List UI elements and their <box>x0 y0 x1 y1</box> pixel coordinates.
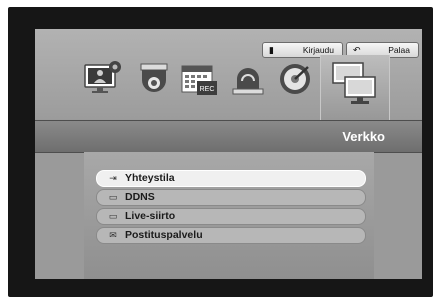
back-button-label: Palaa <box>388 45 410 55</box>
menu-item-label: Yhteystila <box>125 172 175 184</box>
menu-item-label: DDNS <box>125 191 155 203</box>
network-monitors-icon <box>332 62 376 104</box>
menu-item-yhteystila[interactable]: ⇥ Yhteystila <box>96 170 366 187</box>
alarm-siren-icon[interactable] <box>228 59 268 99</box>
hdd-disk-icon[interactable] <box>275 59 315 99</box>
rec-label: REC <box>200 86 215 93</box>
mail-icon: ✉ <box>109 230 117 240</box>
network-card-icon: ▭ <box>108 192 118 202</box>
screen: ▮ Kirjaudu ↶ Palaa REC Verkko ⇥ Yhteysti… <box>35 29 422 279</box>
network-card-icon: ▭ <box>108 211 118 221</box>
back-arrow-icon: ↶ <box>353 45 361 55</box>
menu-item-live-siirto[interactable]: ▭ Live-siirto <box>96 208 366 225</box>
login-arrow-icon: ⇥ <box>109 173 117 183</box>
menu-item-ddns[interactable]: ▭ DDNS <box>96 189 366 206</box>
calendar-rec-icon[interactable]: REC <box>179 59 219 99</box>
network-tab-selected[interactable] <box>320 55 390 121</box>
section-title-band: Verkko <box>35 120 422 153</box>
login-icon: ▮ <box>269 45 274 55</box>
network-menu: ⇥ Yhteystila ▭ DDNS ▭ Live-siirto ✉ Post… <box>84 152 374 279</box>
monitor-settings-icon[interactable] <box>83 59 123 99</box>
device-frame: ▮ Kirjaudu ↶ Palaa REC Verkko ⇥ Yhteysti… <box>8 7 433 297</box>
camera-dome-icon[interactable] <box>134 59 174 99</box>
menu-item-label: Live-siirto <box>125 210 176 222</box>
menu-item-label: Postituspalvelu <box>125 229 203 241</box>
top-icon-bar: ▮ Kirjaudu ↶ Palaa REC <box>35 29 422 121</box>
page-title: Verkko <box>342 129 385 144</box>
menu-item-postituspalvelu[interactable]: ✉ Postituspalvelu <box>96 227 366 244</box>
